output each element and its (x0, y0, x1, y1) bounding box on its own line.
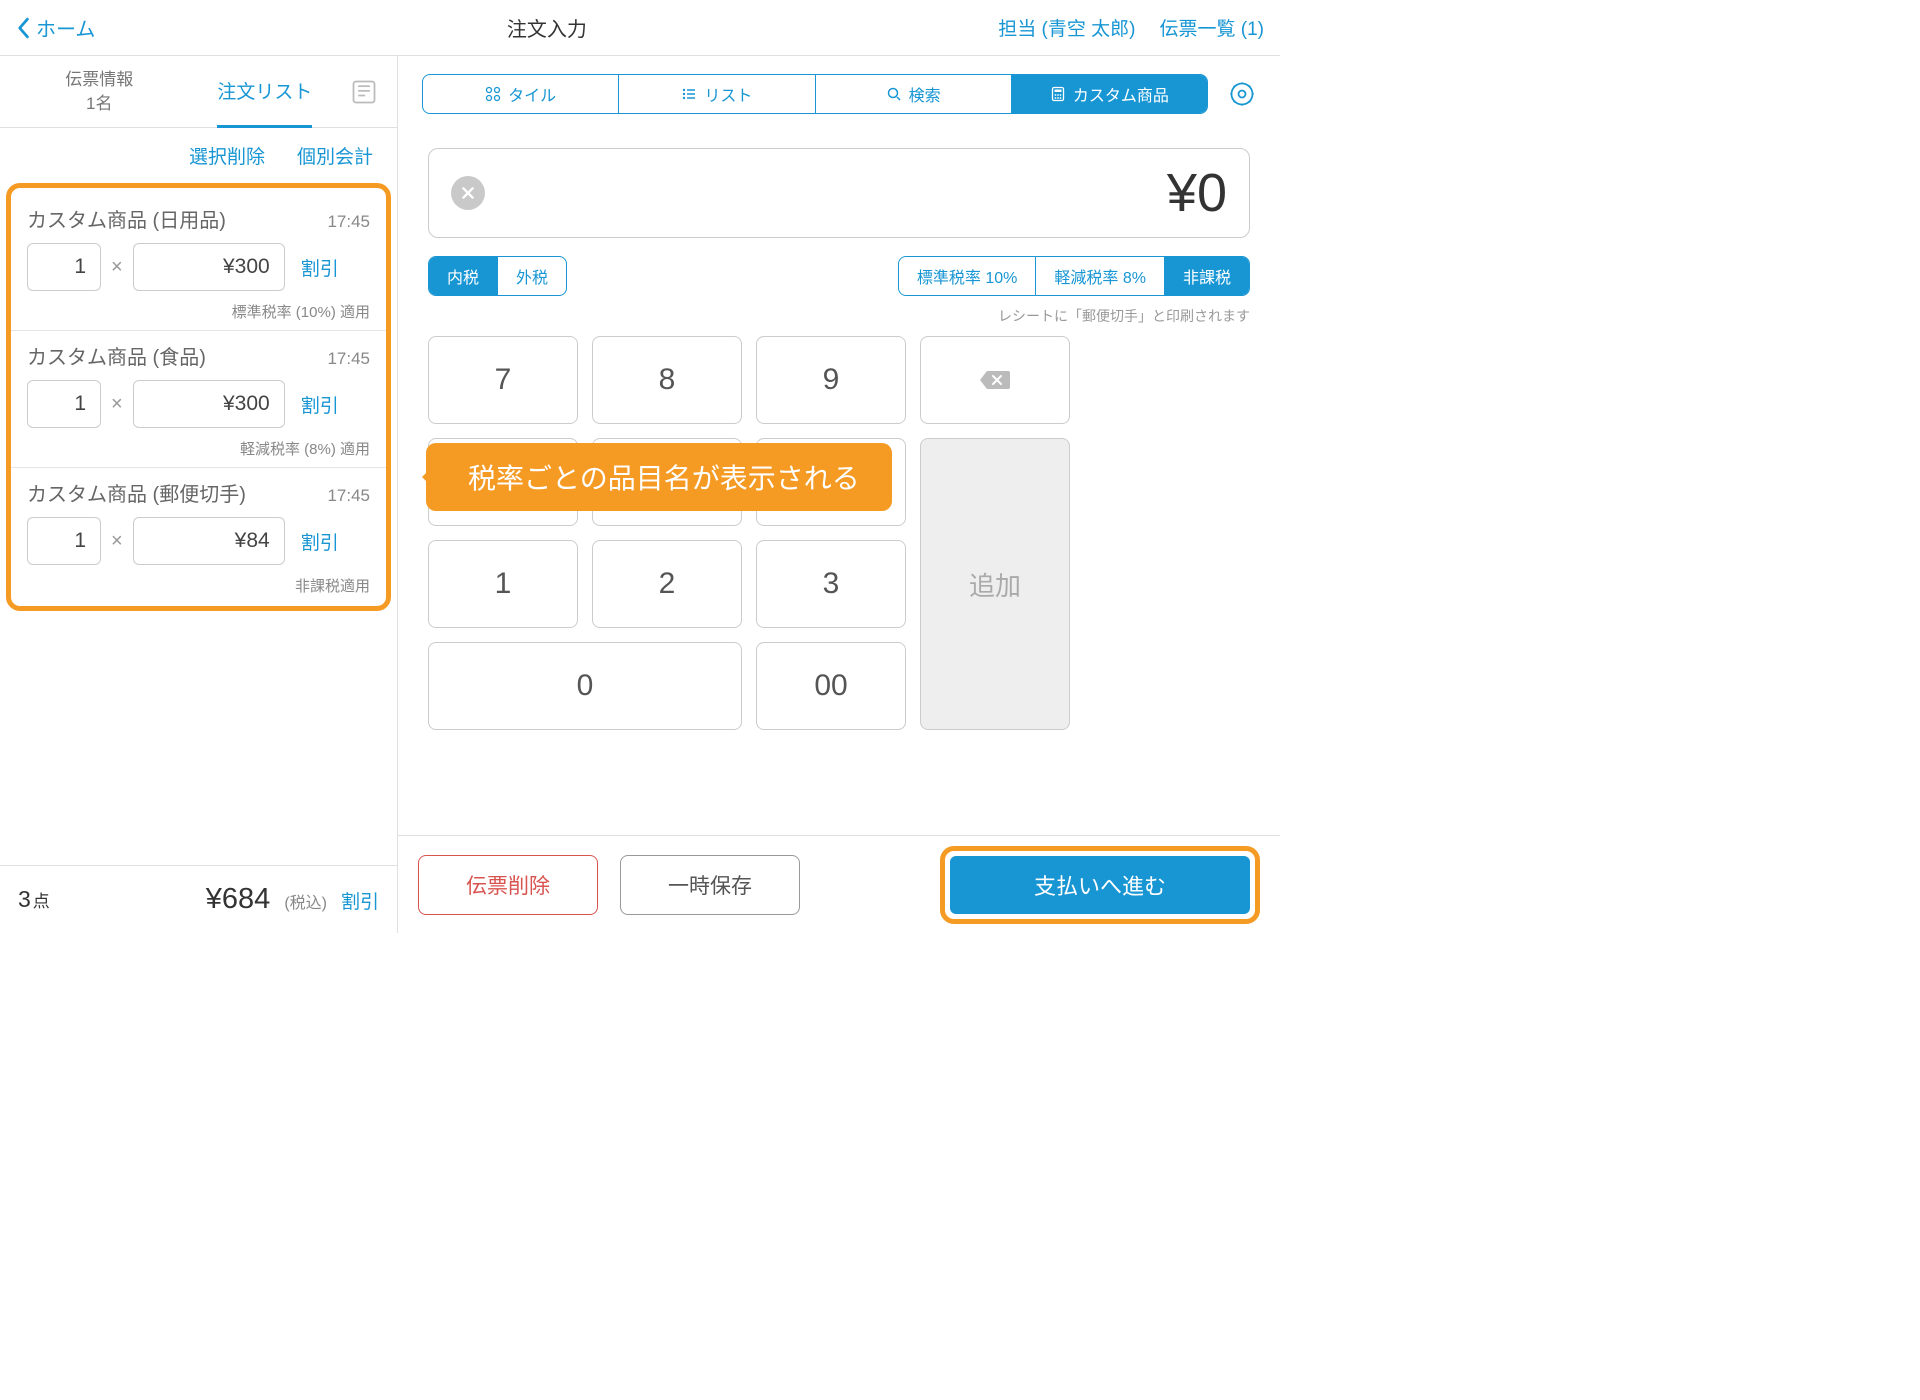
tax-included-label: (税込) (284, 889, 327, 913)
key-8[interactable]: 8 (592, 336, 742, 424)
tax-excl-button[interactable]: 外税 (498, 257, 566, 295)
order-item[interactable]: カスタム商品 (食品) 17:45 1 × ¥300 割引 軽減税率 (8%) … (11, 331, 386, 468)
key-2[interactable]: 2 (592, 540, 742, 628)
view-tab-custom-label: カスタム商品 (1073, 82, 1169, 106)
receipt-note: レシートに「郵便切手」と印刷されます (428, 306, 1250, 326)
view-tab-search-label: 検索 (909, 82, 941, 106)
total-amount: ¥684 (206, 883, 271, 916)
qty-input[interactable]: 1 (27, 243, 101, 291)
amount-value: ¥0 (1167, 162, 1227, 224)
view-tab-tile-label: タイル (508, 82, 556, 106)
left-actions: 選択削除 個別会計 (0, 128, 397, 183)
item-tax-note: 非課税適用 (27, 575, 370, 596)
tab-ticket-info[interactable]: 伝票情報 1名 (0, 68, 199, 116)
tax-inclusion-segment: 内税 外税 (428, 256, 567, 296)
item-tax-note: 標準税率 (10%) 適用 (27, 301, 370, 322)
key-0[interactable]: 0 (428, 642, 742, 730)
view-tab-list[interactable]: リスト (619, 75, 815, 113)
item-time: 17:45 (327, 349, 370, 369)
tickets-link[interactable]: 伝票一覧 (1) (1159, 14, 1264, 41)
left-footer: 3点 ¥684 (税込) 割引 (0, 865, 397, 933)
close-icon (461, 186, 475, 200)
tab-info-line1: 伝票情報 (0, 68, 199, 92)
home-label: ホーム (36, 13, 95, 42)
total-discount-button[interactable]: 割引 (341, 887, 379, 914)
item-name: カスタム商品 (日用品) (27, 204, 226, 233)
item-time: 17:45 (327, 486, 370, 506)
scan-icon[interactable] (350, 78, 378, 106)
key-3[interactable]: 3 (756, 540, 906, 628)
rate-reduced-button[interactable]: 軽減税率 8% (1036, 257, 1165, 295)
page-title: 注文入力 (507, 13, 587, 42)
annotation-callout: 税率ごとの品目名が表示される (426, 443, 892, 511)
keypad: 7 8 9 4 5 6 1 2 3 0 00 (428, 336, 906, 730)
item-discount-button[interactable]: 割引 (301, 391, 339, 418)
rate-standard-button[interactable]: 標準税率 10% (899, 257, 1036, 295)
home-button[interactable]: ホーム (16, 13, 95, 42)
search-icon (886, 86, 902, 102)
item-time: 17:45 (327, 212, 370, 232)
gear-icon[interactable] (1228, 80, 1256, 108)
header-right: 担当 (青空 太郎) 伝票一覧 (1) (998, 14, 1264, 41)
key-00[interactable]: 00 (756, 642, 906, 730)
left-tabs: 伝票情報 1名 注文リスト (0, 56, 397, 128)
select-delete-button[interactable]: 選択削除 (189, 142, 265, 169)
pay-button-highlight: 支払いへ進む (940, 846, 1260, 924)
tile-icon (485, 86, 501, 102)
item-name: カスタム商品 (食品) (27, 341, 206, 370)
tax-rate-segment: 標準税率 10% 軽減税率 8% 非課税 (898, 256, 1250, 296)
tab-info-line2: 1名 (0, 92, 199, 116)
item-name: カスタム商品 (郵便切手) (27, 478, 246, 507)
multiply-icon: × (111, 256, 123, 279)
view-tab-custom[interactable]: カスタム商品 (1012, 75, 1207, 113)
header: ホーム 注文入力 担当 (青空 太郎) 伝票一覧 (1) (0, 0, 1280, 56)
qty-input[interactable]: 1 (27, 517, 101, 565)
clear-amount-button[interactable] (451, 176, 485, 210)
proceed-payment-button[interactable]: 支払いへ進む (950, 856, 1250, 914)
order-item[interactable]: カスタム商品 (日用品) 17:45 1 × ¥300 割引 標準税率 (10%… (11, 194, 386, 331)
order-items-highlight: カスタム商品 (日用品) 17:45 1 × ¥300 割引 標準税率 (10%… (6, 183, 391, 611)
rate-exempt-button[interactable]: 非課税 (1165, 257, 1249, 295)
backspace-icon (977, 368, 1013, 392)
qty-input[interactable]: 1 (27, 380, 101, 428)
order-item[interactable]: カスタム商品 (郵便切手) 17:45 1 × ¥84 割引 非課税適用 (11, 468, 386, 604)
backspace-key[interactable] (920, 336, 1070, 424)
price-input[interactable]: ¥84 (133, 517, 285, 565)
item-count: 3点 (18, 886, 50, 913)
view-tabs: タイル リスト 検索 カスタム商品 (422, 74, 1208, 114)
price-input[interactable]: ¥300 (133, 380, 285, 428)
tax-incl-button[interactable]: 内税 (429, 257, 498, 295)
key-9[interactable]: 9 (756, 336, 906, 424)
view-tab-tile[interactable]: タイル (423, 75, 619, 113)
multiply-icon: × (111, 393, 123, 416)
staff-link[interactable]: 担当 (青空 太郎) (998, 14, 1135, 41)
hold-button[interactable]: 一時保存 (620, 855, 800, 915)
item-discount-button[interactable]: 割引 (301, 528, 339, 555)
left-panel: 伝票情報 1名 注文リスト 選択削除 個別会計 カスタム商品 (日用品) 17:… (0, 56, 398, 933)
individual-checkout-button[interactable]: 個別会計 (297, 142, 373, 169)
key-7[interactable]: 7 (428, 336, 578, 424)
add-button[interactable]: 追加 (920, 438, 1070, 730)
item-tax-note: 軽減税率 (8%) 適用 (27, 438, 370, 459)
delete-ticket-button[interactable]: 伝票削除 (418, 855, 598, 915)
tab-order-list[interactable]: 注文リスト (217, 56, 312, 128)
view-tab-list-label: リスト (704, 82, 752, 106)
calculator-icon (1050, 86, 1066, 102)
item-discount-button[interactable]: 割引 (301, 254, 339, 281)
price-input[interactable]: ¥300 (133, 243, 285, 291)
chevron-left-icon (16, 17, 30, 39)
key-1[interactable]: 1 (428, 540, 578, 628)
bottom-actions: 伝票削除 一時保存 支払いへ進む (398, 835, 1280, 933)
view-tab-search[interactable]: 検索 (816, 75, 1012, 113)
amount-display: ¥0 (428, 148, 1250, 238)
multiply-icon: × (111, 530, 123, 553)
list-icon (681, 86, 697, 102)
